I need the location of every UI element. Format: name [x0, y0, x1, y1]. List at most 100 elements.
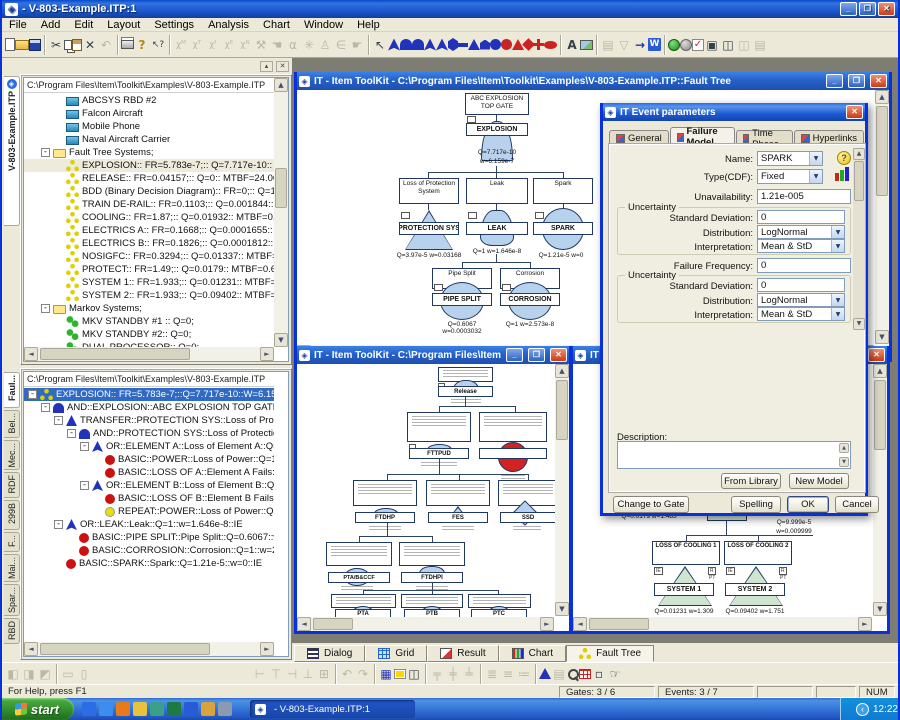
- paste-icon[interactable]: [72, 39, 82, 51]
- ft-desc-box[interactable]: Spark: [533, 178, 593, 204]
- maximize-button[interactable]: ❐: [848, 74, 865, 88]
- ft-top-box[interactable]: ABC EXPLOSIONTOP GATE: [465, 93, 529, 115]
- close-button[interactable]: ✕: [868, 348, 885, 362]
- menu-item[interactable]: Help: [350, 19, 387, 31]
- scroll-right-icon[interactable]: ►: [260, 642, 274, 656]
- scroll-down-icon[interactable]: ▼: [853, 318, 865, 330]
- minimize-button[interactable]: _: [826, 74, 843, 88]
- gate-label[interactable]: CORROSION: [500, 293, 560, 306]
- open-icon[interactable]: [15, 40, 29, 50]
- horizontal-scrollbar[interactable]: ◄ ►: [297, 617, 554, 631]
- window-tile-icon[interactable]: ◫: [736, 36, 752, 54]
- window-cascade-icon[interactable]: ◫: [720, 36, 736, 54]
- quick-launch-msn-icon[interactable]: [99, 702, 113, 716]
- predict-t-icon[interactable]: χᵀ: [189, 36, 205, 54]
- vertical-scrollbar[interactable]: ▲ ▼: [875, 90, 889, 344]
- start-button[interactable]: start: [0, 698, 74, 720]
- transfer-gate-icon[interactable]: [468, 39, 480, 50]
- scroll-up-icon[interactable]: ▲: [873, 364, 887, 378]
- export-word-icon[interactable]: W: [648, 38, 661, 51]
- layout-compact-icon[interactable]: ≣: [484, 665, 500, 683]
- chart-icon[interactable]: [835, 167, 852, 181]
- tree-item[interactable]: - OR::ELEMENT B::Loss of Element B::Q=0.…: [24, 479, 274, 492]
- gate-label[interactable]: FTTPUD: [409, 448, 469, 459]
- menu-item[interactable]: File: [2, 19, 34, 31]
- text-tool-icon[interactable]: A: [564, 36, 580, 54]
- valign-middle-icon[interactable]: ╪: [445, 665, 461, 683]
- scroll-thumb[interactable]: [589, 618, 649, 630]
- align-right-icon[interactable]: ⊣: [284, 665, 300, 683]
- tree-item[interactable]: - Markov Systems;: [24, 302, 274, 315]
- child-titlebar[interactable]: ◈ IT - Item ToolKit - C:\Program Files\I…: [297, 72, 889, 90]
- tree-item[interactable]: BASIC::POWER::Loss of Power::Q=1e-5::w=: [24, 453, 274, 466]
- menu-item[interactable]: Window: [297, 19, 350, 31]
- repair-icon[interactable]: ⚒: [253, 36, 269, 54]
- tree-item[interactable]: BDD (Binary Decision Diagram):: FR=0;:: …: [24, 185, 274, 198]
- scroll-up-icon[interactable]: ▲: [875, 90, 889, 104]
- module-tab[interactable]: Mec...: [4, 440, 20, 470]
- swap-view-icon[interactable]: ◫: [406, 665, 422, 683]
- project-tab[interactable]: ◈ V-803-Example.ITP: [4, 76, 20, 226]
- quick-launch-ie-icon[interactable]: [82, 702, 96, 716]
- gate-label[interactable]: FES: [428, 512, 488, 523]
- horizontal-scrollbar[interactable]: ◄ ►: [573, 617, 872, 631]
- run-analysis-icon[interactable]: [668, 39, 680, 51]
- scroll-thumb[interactable]: [40, 643, 210, 655]
- gate-label[interactable]: PIPE SPLIT: [432, 293, 492, 306]
- gate-label[interactable]: SYSTEM 1: [654, 583, 714, 596]
- menu-item[interactable]: Settings: [147, 19, 201, 31]
- print-icon[interactable]: [121, 40, 134, 49]
- expander[interactable]: -: [67, 429, 76, 438]
- horizontal-scrollbar[interactable]: ◄ ►: [24, 642, 274, 656]
- tree-item[interactable]: COOLING:: FR=1.87;:: Q=0.01932:: MTBF=0.…: [24, 211, 274, 224]
- ft-desc-box[interactable]: [353, 480, 417, 506]
- pan-icon[interactable]: ☞: [607, 665, 623, 683]
- voting-gate-icon[interactable]: [424, 39, 436, 51]
- distribution-combo[interactable]: LogNormal▼: [757, 225, 845, 239]
- zoom-fit-icon[interactable]: [539, 668, 551, 679]
- failure-frequency-input[interactable]: 0: [757, 258, 851, 273]
- scroll-thumb[interactable]: [556, 380, 568, 440]
- tree-item[interactable]: Falcon Aircraft: [24, 107, 274, 120]
- tree-item[interactable]: BASIC::LOSS OF A::Element A Fails::Q=0.0…: [24, 466, 274, 479]
- tree-item[interactable]: BASIC::SPARK::Spark::Q=1.21e-5::w=0::IE: [24, 557, 274, 570]
- gate-label[interactable]: LEAK: [466, 222, 528, 235]
- copy-report-icon[interactable]: ▤: [600, 36, 616, 54]
- layout-wide-icon[interactable]: ≔: [516, 665, 532, 683]
- spelling-button[interactable]: Spelling: [731, 496, 781, 513]
- horizontal-scrollbar[interactable]: ◄ ►: [24, 347, 274, 361]
- scroll-up-icon[interactable]: ▲: [555, 364, 569, 378]
- conditioning-event-icon[interactable]: [544, 41, 557, 49]
- expander[interactable]: -: [54, 520, 63, 529]
- dock-close-button[interactable]: ✕: [276, 61, 289, 72]
- std-deviation-input[interactable]: 0: [757, 210, 845, 224]
- unavailability-input[interactable]: 1.21e-005: [757, 189, 851, 204]
- dropdown-arrow-icon[interactable]: ▼: [831, 294, 844, 306]
- tree-item[interactable]: TRAIN DE-RAIL:: FR=0.1103;:: Q=0.001844:…: [24, 198, 274, 211]
- dropdown-arrow-icon[interactable]: ▼: [831, 308, 844, 320]
- scroll-left-icon[interactable]: ◄: [24, 347, 38, 361]
- menu-item[interactable]: Add: [34, 19, 68, 31]
- inhibit-gate-icon[interactable]: [448, 38, 458, 51]
- name-combo[interactable]: SPARK▼: [757, 151, 823, 166]
- row-insert-icon[interactable]: ◨: [21, 665, 37, 683]
- tree-item[interactable]: REPEAT::POWER::Loss of Power::Q=1e-5::: [24, 505, 274, 518]
- view-tab[interactable]: Dialog: [294, 645, 365, 662]
- tree-item[interactable]: - OR::ELEMENT A::Loss of Element A::Q=0.…: [24, 440, 274, 453]
- fault-tree-canvas-2[interactable]: Release FTTPUD: [297, 364, 569, 631]
- vertical-scrollbar[interactable]: ▲ ▼: [274, 78, 288, 347]
- predict-n-icon[interactable]: χᴺ: [237, 36, 253, 54]
- gate-label[interactable]: SSD: [500, 512, 556, 523]
- tree-item[interactable]: - TRANSFER::PROTECTION SYS::Loss of Prot…: [24, 414, 274, 427]
- basic-event-icon[interactable]: [501, 39, 512, 50]
- scroll-thumb[interactable]: [313, 618, 353, 630]
- align-bottom-icon[interactable]: ⊥: [300, 665, 316, 683]
- person-icon[interactable]: ♙: [317, 36, 333, 54]
- scroll-down-icon[interactable]: ▼: [839, 457, 849, 467]
- cell-split-icon[interactable]: ▯: [76, 665, 92, 683]
- tree-item[interactable]: BASIC::CORROSION::Corrosion::Q=1::w=2.57…: [24, 544, 274, 557]
- dropdown-arrow-icon[interactable]: ▼: [809, 152, 822, 165]
- scroll-left-icon[interactable]: ◄: [573, 617, 587, 631]
- module-tab[interactable]: F...: [4, 532, 20, 552]
- tree-item[interactable]: EXPLOSION:: FR=5.783e-7;:: Q=7.717e-10::…: [24, 159, 274, 172]
